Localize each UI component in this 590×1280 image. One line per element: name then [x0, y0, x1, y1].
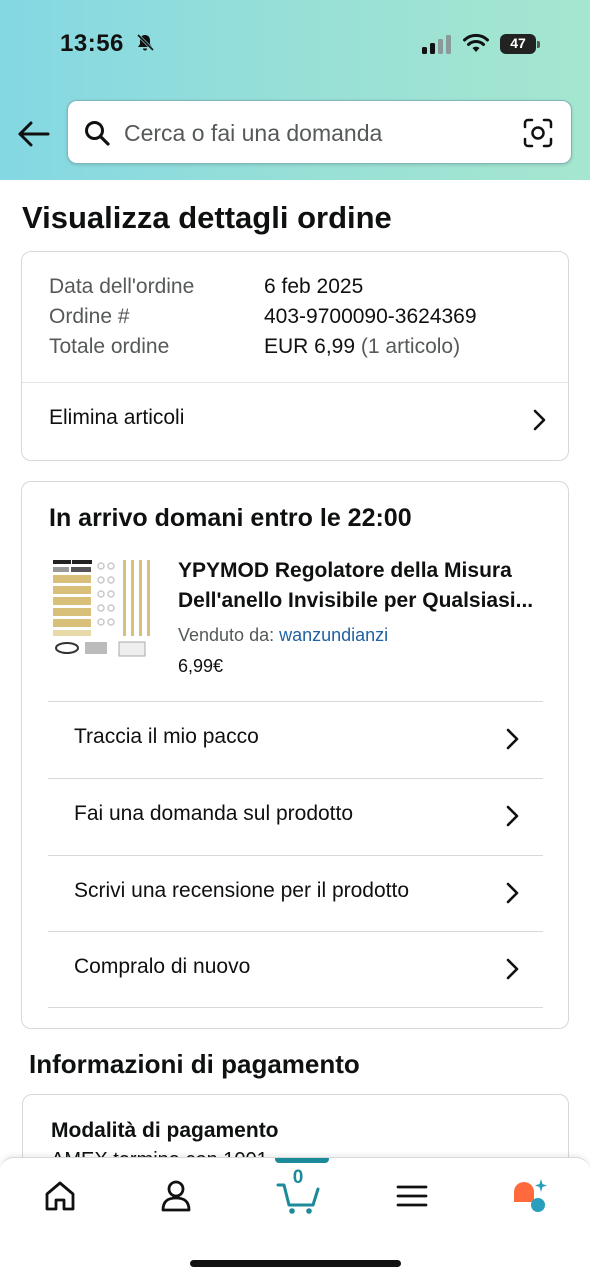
sold-by: Venduto da: wanzundianzi: [178, 625, 388, 646]
product-title-line-1: YPYMOD Regolatore della Misura: [178, 559, 512, 582]
home-indicator: [190, 1260, 401, 1267]
ask-question-label: Fai una domanda sul prodotto: [74, 802, 354, 825]
chevron-right-icon: [506, 958, 519, 980]
order-date-label: Data dell'ordine: [49, 275, 195, 298]
order-total-amount: EUR 6,99: [264, 335, 356, 358]
page-title: Visualizza dettagli ordine: [22, 200, 392, 235]
home-icon[interactable]: [40, 1176, 80, 1216]
product-price: 6,99€: [178, 656, 224, 676]
search-icon: [85, 121, 110, 146]
menu-icon[interactable]: [392, 1176, 432, 1216]
order-total-value: EUR 6,99 (1 articolo): [264, 335, 460, 359]
app-header: 13:56 47: [0, 0, 590, 180]
search-bar[interactable]: [67, 100, 572, 164]
delivery-title: In arrivo domani entro le 22:00: [49, 504, 412, 532]
camera-scan-icon[interactable]: [523, 118, 553, 148]
chevron-right-icon: [506, 805, 519, 827]
buy-again-label: Compralo di nuovo: [74, 955, 251, 978]
battery-level: 47: [510, 35, 526, 51]
search-input[interactable]: [124, 115, 504, 151]
seller-link[interactable]: wanzundianzi: [279, 625, 388, 645]
track-package-label: Traccia il mio pacco: [74, 725, 259, 748]
write-review-row[interactable]: Scrivi una recensione per il prodotto: [48, 856, 543, 932]
chevron-right-icon: [506, 728, 519, 750]
order-summary-card: Data dell'ordine 6 feb 2025 Ordine # 403…: [21, 251, 569, 461]
product-title[interactable]: YPYMOD Regolatore della Misura Dell'anel…: [178, 556, 548, 616]
bell-slash-icon: [136, 33, 155, 52]
cart-count-badge: 0: [292, 1167, 304, 1188]
divider: [48, 1007, 543, 1008]
chevron-right-icon: [506, 882, 519, 904]
sold-by-label: Venduto da:: [178, 625, 275, 645]
write-review-label: Scrivi una recensione per il prodotto: [74, 879, 410, 902]
order-total-label: Totale ordine: [49, 335, 170, 358]
account-icon[interactable]: [156, 1176, 196, 1216]
active-tab-indicator: [275, 1158, 329, 1163]
battery-tip: [537, 41, 540, 48]
signal-icon: [422, 35, 451, 54]
delivery-card: In arrivo domani entro le 22:00 YPYMOD R…: [21, 481, 569, 1029]
ask-question-row[interactable]: Fai una domanda sul prodotto: [48, 779, 543, 855]
order-number-label: Ordine #: [49, 305, 130, 328]
wifi-icon: [463, 33, 489, 52]
back-arrow-icon[interactable]: [14, 114, 54, 154]
delete-items-label: Elimina articoli: [49, 406, 185, 429]
status-bar: 13:56 47: [0, 0, 590, 90]
rufus-icon[interactable]: [508, 1176, 548, 1216]
status-time: 13:56: [60, 30, 124, 57]
payment-section-title: Informazioni di pagamento: [29, 1049, 360, 1079]
delete-items-row[interactable]: Elimina articoli: [49, 383, 569, 461]
order-date-value: 6 feb 2025: [264, 275, 364, 298]
product-title-line-2: Dell'anello Invisibile per Qualsiasi...: [178, 589, 534, 612]
order-number-value: 403-9700090-3624369: [264, 305, 477, 328]
order-total-count: (1 articolo): [360, 335, 461, 358]
track-package-row[interactable]: Traccia il mio pacco: [48, 702, 543, 778]
battery-icon: 47: [500, 34, 540, 54]
payment-method-title: Modalità di pagamento: [51, 1119, 279, 1142]
buy-again-row[interactable]: Compralo di nuovo: [48, 932, 543, 1008]
chevron-right-icon: [533, 409, 546, 431]
product-image[interactable]: [49, 558, 157, 658]
